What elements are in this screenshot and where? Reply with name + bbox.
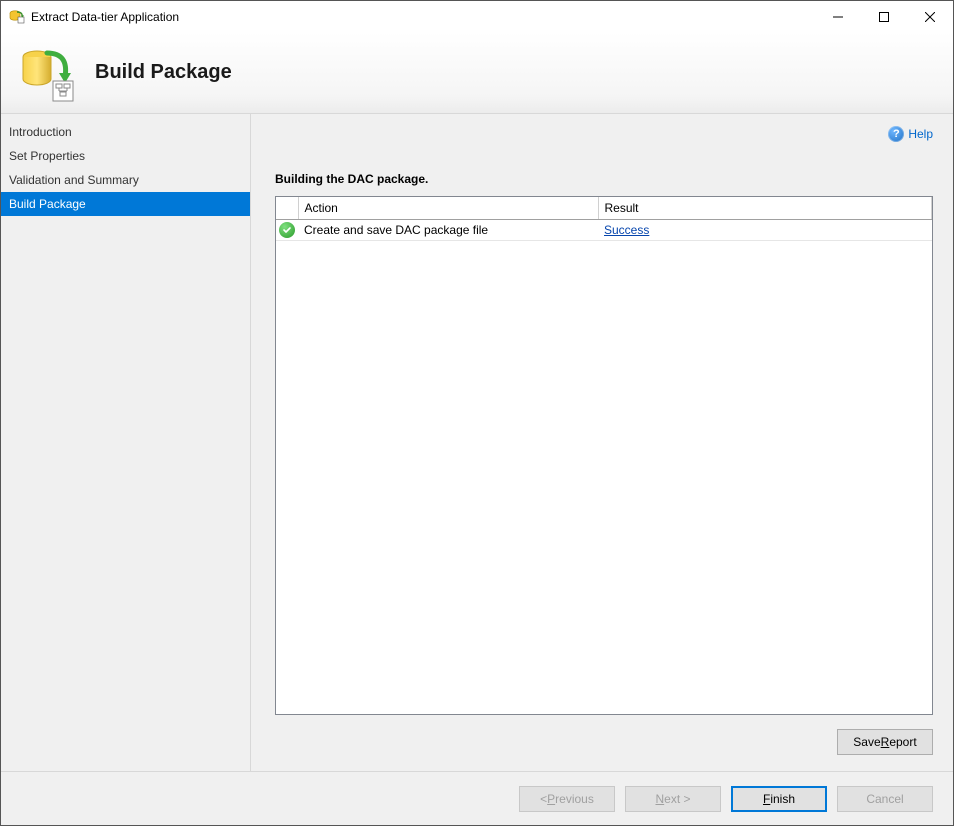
- minimize-button[interactable]: [815, 1, 861, 32]
- sidebar-item-introduction[interactable]: Introduction: [1, 120, 250, 144]
- row-action: Create and save DAC package file: [298, 220, 598, 241]
- close-button[interactable]: [907, 1, 953, 32]
- app-icon: [9, 9, 25, 25]
- sidebar-item-build-package[interactable]: Build Package: [1, 192, 250, 216]
- save-report-button[interactable]: Save Report: [837, 729, 933, 755]
- titlebar: Extract Data-tier Application: [1, 1, 953, 32]
- main-heading: Building the DAC package.: [275, 172, 933, 186]
- maximize-button[interactable]: [861, 1, 907, 32]
- main-panel: ? Help Building the DAC package. Action …: [251, 114, 953, 771]
- window-title: Extract Data-tier Application: [31, 10, 815, 24]
- help-label: Help: [908, 127, 933, 141]
- cancel-button: Cancel: [837, 786, 933, 812]
- help-link[interactable]: ? Help: [888, 126, 933, 142]
- sidebar: Introduction Set Properties Validation a…: [1, 114, 251, 771]
- finish-button[interactable]: Finish: [731, 786, 827, 812]
- help-row: ? Help: [275, 124, 933, 144]
- results-table: Action Result Create and save DAC packag…: [275, 196, 933, 715]
- col-header-result: Result: [598, 197, 932, 220]
- row-result-link[interactable]: Success: [604, 223, 649, 237]
- save-report-row: Save Report: [275, 729, 933, 755]
- table-row: Create and save DAC package file Success: [276, 220, 932, 241]
- previous-button: < Previous: [519, 786, 615, 812]
- footer: < Previous Next > Finish Cancel: [1, 771, 953, 825]
- help-icon: ?: [888, 126, 904, 142]
- wizard-icon: [19, 47, 71, 99]
- page-title: Build Package: [95, 61, 232, 84]
- body: Introduction Set Properties Validation a…: [1, 114, 953, 771]
- dialog-window: Extract Data-tier Application: [0, 0, 954, 826]
- next-button: Next >: [625, 786, 721, 812]
- success-icon: [279, 222, 295, 238]
- sidebar-item-set-properties[interactable]: Set Properties: [1, 144, 250, 168]
- header-band: Build Package: [1, 32, 953, 114]
- col-header-icon: [276, 197, 298, 220]
- window-controls: [815, 1, 953, 32]
- col-header-action: Action: [298, 197, 598, 220]
- sidebar-item-validation-summary[interactable]: Validation and Summary: [1, 168, 250, 192]
